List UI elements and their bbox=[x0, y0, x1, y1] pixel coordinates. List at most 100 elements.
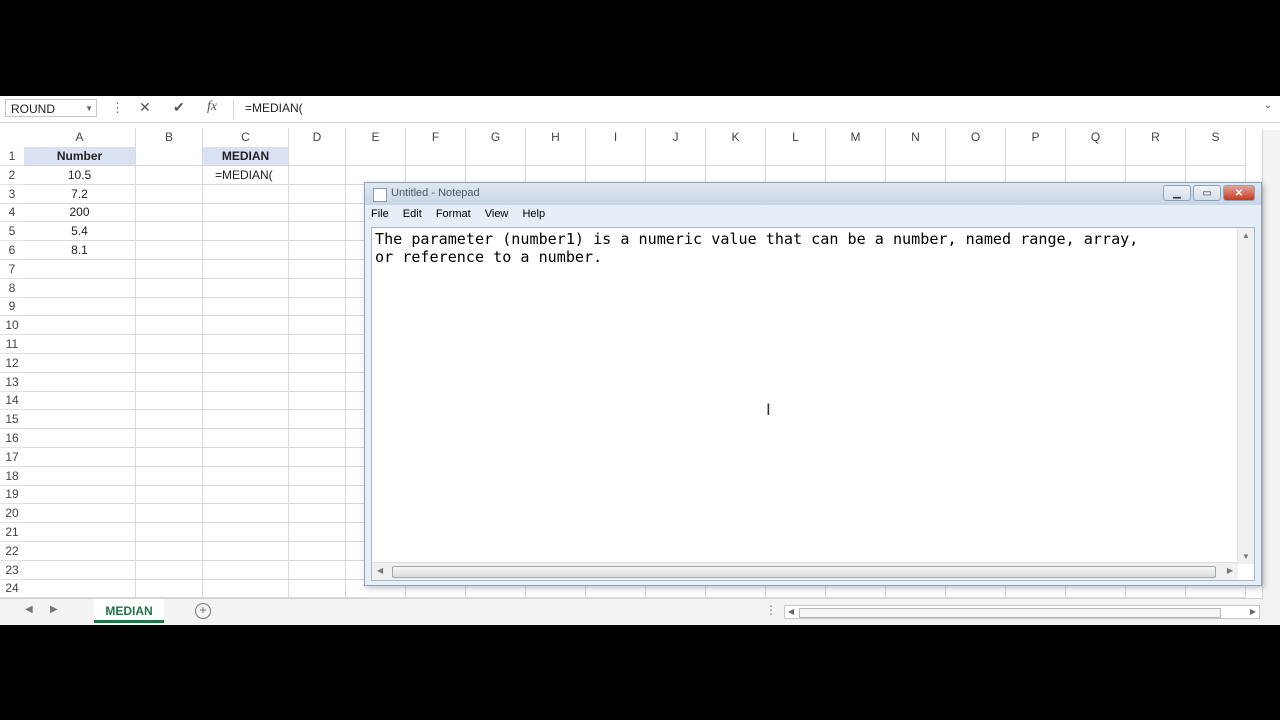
row-header-12[interactable]: 12 bbox=[0, 354, 24, 373]
tab-scroll-right-icon[interactable]: ▶ bbox=[50, 604, 58, 615]
cell-a6[interactable]: 8.1 bbox=[24, 241, 136, 260]
cell-d3[interactable] bbox=[289, 184, 346, 204]
cell-c21[interactable] bbox=[203, 523, 289, 542]
cell-a22[interactable] bbox=[24, 541, 136, 561]
cell-d23[interactable] bbox=[289, 560, 346, 580]
cell-c7[interactable] bbox=[203, 259, 289, 279]
cell-b12[interactable] bbox=[136, 353, 203, 373]
cell-g1[interactable] bbox=[466, 147, 526, 166]
cell-b8[interactable] bbox=[136, 278, 203, 298]
cell-c19[interactable] bbox=[203, 485, 289, 505]
cell-d9[interactable] bbox=[289, 297, 346, 317]
cell-d13[interactable] bbox=[289, 372, 346, 392]
column-header-o[interactable]: O bbox=[946, 128, 1006, 147]
cell-b18[interactable] bbox=[136, 466, 203, 486]
cell-c13[interactable] bbox=[203, 372, 289, 392]
cell-d10[interactable] bbox=[289, 316, 346, 336]
cell-d7[interactable] bbox=[289, 259, 346, 279]
cell-a24[interactable] bbox=[24, 579, 136, 599]
column-header-k[interactable]: K bbox=[706, 128, 766, 147]
cell-i1[interactable] bbox=[586, 147, 646, 166]
cell-a13[interactable] bbox=[24, 372, 136, 392]
cell-c14[interactable] bbox=[203, 391, 289, 411]
cell-c3[interactable] bbox=[203, 184, 289, 204]
scroll-up-icon[interactable]: ▲ bbox=[1242, 231, 1250, 240]
sheet-tab-median[interactable]: MEDIAN bbox=[94, 599, 164, 623]
scroll-thumb[interactable] bbox=[799, 608, 1221, 618]
cell-d12[interactable] bbox=[289, 353, 346, 373]
column-header-g[interactable]: G bbox=[466, 128, 526, 147]
row-header-7[interactable]: 7 bbox=[0, 260, 24, 279]
cell-e1[interactable] bbox=[346, 147, 406, 166]
row-header-16[interactable]: 16 bbox=[0, 429, 24, 448]
cell-c22[interactable] bbox=[203, 541, 289, 561]
cell-b4[interactable] bbox=[136, 203, 203, 223]
cell-b11[interactable] bbox=[136, 335, 203, 354]
cell-a4[interactable]: 200 bbox=[24, 203, 136, 223]
cell-b7[interactable] bbox=[136, 259, 203, 279]
notepad-vertical-scrollbar[interactable]: ▲ ▼ bbox=[1237, 228, 1254, 564]
cell-d19[interactable] bbox=[289, 485, 346, 505]
horizontal-scrollbar[interactable]: ◀ ▶ bbox=[784, 605, 1260, 619]
cell-d4[interactable] bbox=[289, 203, 346, 223]
cell-b19[interactable] bbox=[136, 485, 203, 505]
row-header-23[interactable]: 23 bbox=[0, 561, 24, 580]
cell-m1[interactable] bbox=[826, 147, 886, 166]
cell-b3[interactable] bbox=[136, 184, 203, 204]
cell-c8[interactable] bbox=[203, 278, 289, 298]
row-header-10[interactable]: 10 bbox=[0, 316, 24, 336]
cell-p1[interactable] bbox=[1006, 147, 1066, 166]
cell-c6[interactable] bbox=[203, 241, 289, 260]
cell-a3[interactable]: 7.2 bbox=[24, 184, 136, 204]
cell-a19[interactable] bbox=[24, 485, 136, 505]
cell-b10[interactable] bbox=[136, 316, 203, 336]
cell-c2[interactable]: =MEDIAN( bbox=[203, 165, 289, 185]
cell-d18[interactable] bbox=[289, 466, 346, 486]
cell-b5[interactable] bbox=[136, 222, 203, 242]
column-header-r[interactable]: R bbox=[1126, 128, 1186, 147]
row-header-15[interactable]: 15 bbox=[0, 410, 24, 430]
cell-s1[interactable] bbox=[1186, 147, 1246, 166]
cell-a5[interactable]: 5.4 bbox=[24, 222, 136, 242]
column-header-f[interactable]: F bbox=[406, 128, 466, 147]
row-header-4[interactable]: 4 bbox=[0, 203, 24, 223]
cell-l1[interactable] bbox=[766, 147, 826, 166]
row-header-24[interactable]: 24 bbox=[0, 579, 24, 599]
cell-h1[interactable] bbox=[526, 147, 586, 166]
cell-b1[interactable] bbox=[136, 147, 203, 166]
column-header-m[interactable]: M bbox=[826, 128, 886, 147]
cell-b23[interactable] bbox=[136, 560, 203, 580]
menu-edit[interactable]: Edit bbox=[403, 208, 422, 220]
menu-file[interactable]: File bbox=[371, 208, 389, 220]
cell-c4[interactable] bbox=[203, 203, 289, 223]
cell-b14[interactable] bbox=[136, 391, 203, 411]
cell-b24[interactable] bbox=[136, 579, 203, 599]
cell-d17[interactable] bbox=[289, 447, 346, 467]
cell-a21[interactable] bbox=[24, 523, 136, 542]
cell-b20[interactable] bbox=[136, 504, 203, 524]
cell-c16[interactable] bbox=[203, 429, 289, 448]
menu-format[interactable]: Format bbox=[436, 208, 471, 220]
cell-c10[interactable] bbox=[203, 316, 289, 336]
cell-a8[interactable] bbox=[24, 278, 136, 298]
cell-c1[interactable]: MEDIAN bbox=[203, 147, 289, 166]
cell-a2[interactable]: 10.5 bbox=[24, 165, 136, 185]
cell-c11[interactable] bbox=[203, 335, 289, 354]
cell-a14[interactable] bbox=[24, 391, 136, 411]
vertical-scrollbar[interactable] bbox=[1262, 130, 1280, 600]
add-sheet-icon[interactable]: + bbox=[195, 603, 211, 619]
cell-d15[interactable] bbox=[289, 410, 346, 430]
scroll-right-icon[interactable]: ▶ bbox=[1250, 607, 1256, 616]
cell-o1[interactable] bbox=[946, 147, 1006, 166]
cell-j1[interactable] bbox=[646, 147, 706, 166]
scroll-down-icon[interactable]: ▼ bbox=[1242, 552, 1250, 561]
close-button[interactable]: ✕ bbox=[1223, 185, 1255, 201]
cell-a20[interactable] bbox=[24, 504, 136, 524]
column-header-s[interactable]: S bbox=[1186, 128, 1246, 147]
cancel-icon[interactable]: ✕ bbox=[139, 99, 151, 116]
notepad-horizontal-scrollbar[interactable]: ◀ ▶ bbox=[372, 562, 1238, 580]
row-header-1[interactable]: 1 bbox=[0, 147, 24, 166]
row-header-18[interactable]: 18 bbox=[0, 467, 24, 486]
cell-a18[interactable] bbox=[24, 466, 136, 486]
tab-scroll-left-icon[interactable]: ◀ bbox=[25, 604, 33, 615]
